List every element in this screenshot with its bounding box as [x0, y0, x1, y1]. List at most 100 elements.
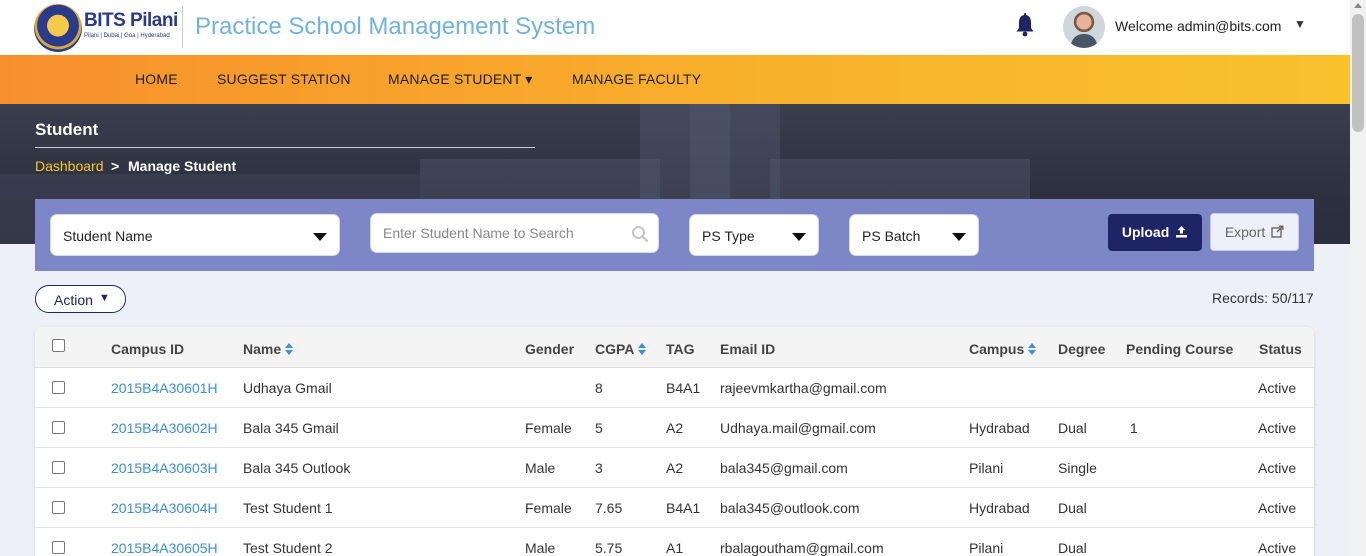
ps-batch-select[interactable]: PS Batch	[849, 214, 979, 256]
column-header-name-label: Name	[243, 341, 282, 357]
export-icon	[1271, 225, 1284, 238]
chevron-down-icon	[952, 233, 966, 241]
ps-type-select[interactable]: PS Type	[689, 214, 819, 256]
student-search-box[interactable]	[370, 213, 659, 253]
breadcrumb-separator: >	[111, 158, 120, 174]
cell-degree: Dual	[1058, 540, 1087, 556]
cell-status: Active	[1258, 380, 1297, 396]
column-header-gender: Gender	[525, 341, 575, 357]
logo-name: BITS Pilani	[84, 10, 178, 31]
logo-text[interactable]: BITS Pilani Pilani | Dubai | Goa | Hyder…	[84, 10, 178, 39]
column-header-tag: TAG	[666, 341, 695, 357]
cell-name: Bala 345 Gmail	[243, 420, 339, 436]
welcome-text[interactable]: Welcome admin@bits.com	[1115, 18, 1281, 34]
cell-name: Bala 345 Outlook	[243, 460, 351, 476]
sort-icon[interactable]	[285, 343, 294, 355]
cell-tag: A2	[666, 460, 684, 476]
cell-cgpa: 8	[595, 380, 603, 396]
nav-item-manage-faculty[interactable]: MANAGE FACULTY	[572, 71, 701, 87]
chevron-down-icon: ▼	[99, 292, 110, 304]
campus-id-link[interactable]: 2015B4A30604H	[111, 500, 218, 516]
row-checkbox[interactable]	[52, 461, 65, 474]
records-count: Records: 50/117	[1212, 290, 1314, 306]
column-header-degree: Degree	[1058, 341, 1106, 357]
ps-type-select-label: PS Type	[702, 228, 755, 244]
table-row: 2015B4A30602H Bala 345 Gmail Female 5 A2…	[35, 408, 1314, 448]
top-header: BITS Pilani Pilani | Dubai | Goa | Hyder…	[0, 0, 1350, 55]
avatar[interactable]	[1063, 6, 1105, 48]
page-title: Student	[35, 120, 99, 139]
cell-cgpa: 5	[595, 420, 603, 436]
logo-divider	[182, 6, 183, 48]
upload-button[interactable]: Upload	[1108, 214, 1202, 251]
cell-gender: Female	[525, 500, 572, 516]
logo-subtitle: Pilani | Dubai | Goa | Hyderabad	[84, 33, 170, 39]
campus-id-link[interactable]: 2015B4A30601H	[111, 380, 218, 396]
cell-gender: Female	[525, 420, 572, 436]
cell-campus: Pilani	[969, 540, 1004, 556]
action-label: Action	[54, 292, 93, 308]
sort-icon[interactable]	[1028, 343, 1037, 355]
campus-id-link[interactable]: 2015B4A30602H	[111, 420, 218, 436]
nav-item-suggest-station[interactable]: SUGGEST STATION	[217, 71, 351, 87]
cell-cgpa: 5.75	[595, 540, 623, 556]
cell-tag: B4A1	[666, 380, 701, 396]
cell-pending-course: 1	[1130, 420, 1138, 436]
action-dropdown-button[interactable]: Action ▼	[35, 285, 126, 313]
search-icon[interactable]	[631, 225, 649, 243]
table-header: Campus ID Name Gender CGPA TAG Email ID …	[35, 327, 1314, 368]
cell-status: Active	[1258, 460, 1297, 476]
campus-id-link[interactable]: 2015B4A30603H	[111, 460, 218, 476]
column-header-status: Status	[1259, 341, 1302, 357]
cell-tag: A1	[666, 540, 684, 556]
scrollbar-thumb[interactable]	[1352, 14, 1364, 132]
sort-icon[interactable]	[638, 343, 647, 355]
table-row: 2015B4A30604H Test Student 1 Female 7.65…	[35, 488, 1314, 528]
row-checkbox[interactable]	[52, 501, 65, 514]
row-checkbox[interactable]	[52, 541, 65, 554]
cell-gender: Male	[525, 540, 556, 556]
cell-cgpa: 3	[595, 460, 603, 476]
breadcrumb-current: Manage Student	[128, 158, 237, 174]
row-checkbox[interactable]	[52, 421, 65, 434]
user-menu-chevron-down-icon[interactable]: ▼	[1294, 17, 1306, 31]
column-header-name[interactable]: Name	[243, 341, 294, 357]
campus-id-link[interactable]: 2015B4A30605H	[111, 540, 218, 556]
export-button[interactable]: Export	[1210, 213, 1299, 251]
cell-campus: Pilani	[969, 460, 1004, 476]
cell-tag: B4A1	[666, 500, 701, 516]
table-row: 2015B4A30605H Test Student 2 Male 5.75 A…	[35, 528, 1314, 556]
cell-status: Active	[1258, 500, 1297, 516]
cell-cgpa: 7.65	[595, 500, 623, 516]
select-all-checkbox[interactable]	[52, 339, 65, 352]
main-nav: HOME SUGGEST STATION MANAGE STUDENT ▾ MA…	[0, 55, 1350, 104]
chevron-down-icon	[792, 233, 806, 241]
cell-name: Test Student 1	[243, 500, 333, 516]
notification-bell-icon[interactable]	[1014, 13, 1036, 37]
row-checkbox[interactable]	[52, 381, 65, 394]
column-header-cgpa[interactable]: CGPA	[595, 341, 647, 357]
cell-email: bala345@outlook.com	[720, 500, 860, 516]
page-scrollbar[interactable]	[1350, 0, 1366, 556]
breadcrumb-dashboard[interactable]: Dashboard	[35, 158, 104, 174]
cell-email: rajeevmkartha@gmail.com	[720, 380, 887, 396]
ps-batch-select-label: PS Batch	[862, 228, 921, 244]
student-name-select[interactable]: Student Name	[50, 214, 340, 256]
column-header-campus[interactable]: Campus	[969, 341, 1037, 357]
nav-item-manage-student[interactable]: MANAGE STUDENT ▾	[388, 71, 533, 88]
cell-campus: Hydrabad	[969, 420, 1030, 436]
student-table: Campus ID Name Gender CGPA TAG Email ID …	[35, 327, 1314, 556]
bits-logo-icon[interactable]	[34, 4, 82, 52]
cell-name: Test Student 2	[243, 540, 333, 556]
title-underline	[35, 147, 535, 148]
table-row: 2015B4A30601H Udhaya Gmail 8 B4A1 rajeev…	[35, 368, 1314, 408]
column-header-pending-course: Pending Course	[1126, 341, 1234, 357]
nav-item-home[interactable]: HOME	[135, 71, 178, 87]
cell-gender: Male	[525, 460, 556, 476]
cell-degree: Dual	[1058, 420, 1087, 436]
column-header-email: Email ID	[720, 341, 776, 357]
cell-email: bala345@gmail.com	[720, 460, 848, 476]
scroll-up-arrow-icon[interactable]	[1354, 3, 1362, 8]
cell-email: rbalagoutham@gmail.com	[720, 540, 884, 556]
student-search-input[interactable]	[383, 223, 628, 243]
